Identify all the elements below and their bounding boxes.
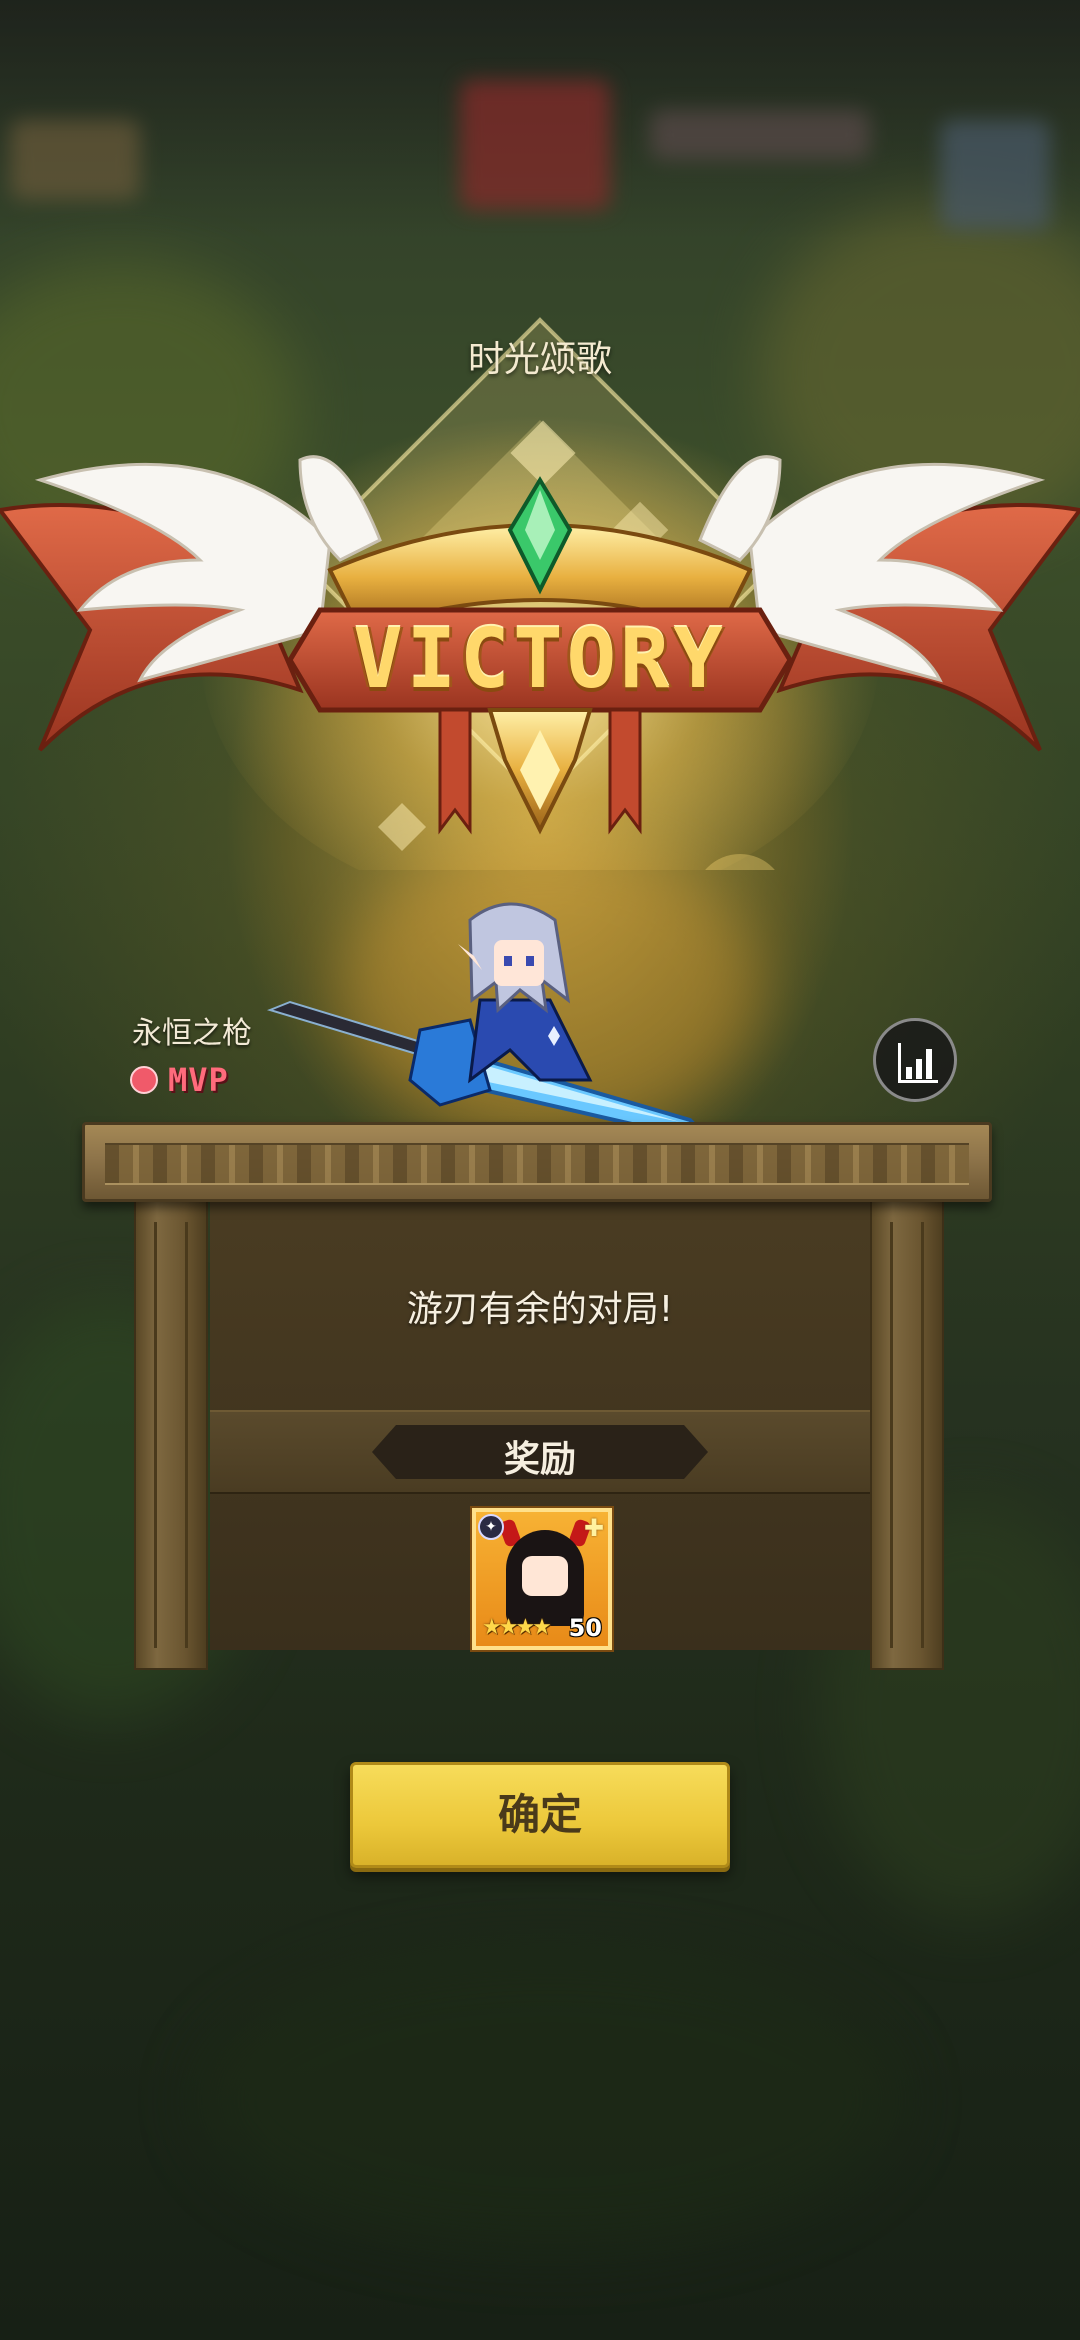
mvp-dot-icon (130, 1066, 158, 1094)
mvp-player-name: 永恒之枪 (132, 1016, 252, 1051)
bar-chart-icon (898, 1043, 938, 1083)
victory-screen: 时光颂歌 VICTORY 永恒之枪 MVP 游刃有余的对局! 奖励 ✦ ✚ ★★… (0, 0, 1080, 2340)
element-badge-icon: ✦ (478, 1514, 504, 1540)
reward-item-stars: ★★★★ (482, 1615, 552, 1640)
reward-item-hero-card[interactable]: ✦ ✚ ★★★★ 50 (472, 1508, 612, 1650)
panel-header-beam (82, 1122, 992, 1202)
victory-emblem (0, 317, 1080, 870)
blurred-hud (0, 0, 1080, 240)
victory-banner-text: VICTORY (353, 612, 727, 707)
battle-stats-button[interactable] (873, 1018, 957, 1102)
mvp-label: MVP (168, 1061, 229, 1099)
reward-item-count: 50 (568, 1614, 602, 1642)
plus-icon: ✚ (583, 1514, 604, 1542)
mvp-hero-sprite (266, 902, 704, 1138)
stage-name: 时光颂歌 (467, 339, 612, 380)
result-message: 游刃有余的对局! (406, 1289, 674, 1330)
mvp-badge: MVP (130, 1061, 229, 1099)
confirm-button[interactable]: 确定 (350, 1762, 730, 1868)
background-foliage (200, 1950, 900, 2250)
reward-title: 奖励 (503, 1439, 576, 1480)
